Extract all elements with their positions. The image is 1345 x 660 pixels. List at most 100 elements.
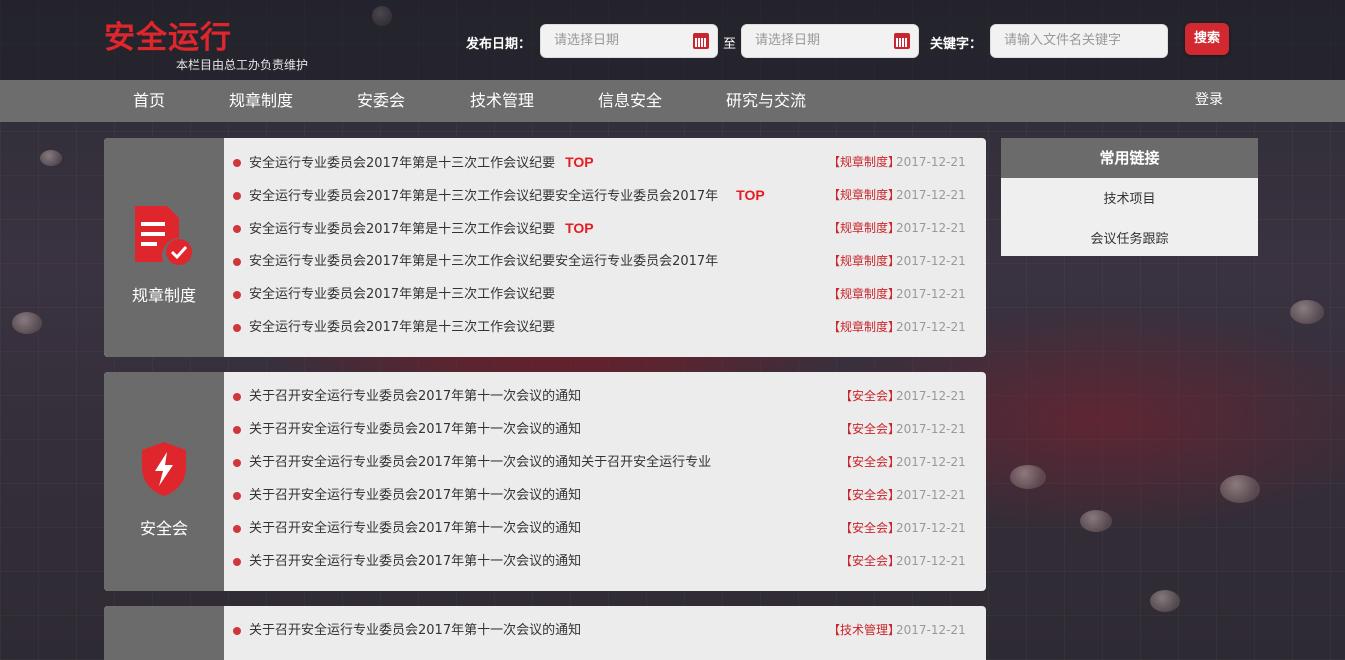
list-item[interactable]: 关于召开安全运行专业委员会2017年第十一次会议的通知 【安全会】 2017-1… <box>224 512 986 545</box>
category-tag[interactable]: 【安全会】 <box>840 446 900 479</box>
bullet-icon <box>233 225 241 233</box>
category-tag[interactable]: 【安全会】 <box>840 479 900 512</box>
logo-subtitle: 本栏目由总工办负责维护 <box>176 58 309 72</box>
article-title[interactable]: 安全运行专业委员会2017年第是十三次工作会议纪要 <box>249 278 555 311</box>
link-tech-projects[interactable]: 技术项目 <box>1001 188 1258 207</box>
article-date: 2017-12-21 <box>896 221 966 235</box>
calendar-icon[interactable] <box>894 33 910 49</box>
login-link[interactable]: 登录 <box>1195 80 1223 120</box>
category-tag[interactable]: 【规章制度】 <box>828 311 900 344</box>
article-title[interactable]: 关于召开安全运行专业委员会2017年第十一次会议的通知 <box>249 479 581 512</box>
publish-date-label: 发布日期： <box>466 37 532 52</box>
section-regulations: 规章制度 安全运行专业委员会2017年第是十三次工作会议纪要 TOP 【规章制度】… <box>104 138 986 357</box>
keyword-label: 关键字： <box>930 37 983 52</box>
category-tag[interactable]: 【技术管理】 <box>828 614 900 647</box>
nav-item-research[interactable]: 研究与交流 <box>726 80 806 122</box>
article-date: 2017-12-21 <box>896 455 966 469</box>
top-badge: TOP <box>736 187 765 203</box>
background-decoration <box>1220 475 1260 503</box>
list-item[interactable]: 关于召开安全运行专业委员会2017年第十一次会议的通知 【安全会】 2017-1… <box>224 413 986 446</box>
section-side[interactable]: 安全会 <box>104 372 224 591</box>
bullet-icon <box>233 426 241 434</box>
section-tech-management: 关于召开安全运行专业委员会2017年第十一次会议的通知 【技术管理】 2017-… <box>104 606 986 660</box>
bullet-icon <box>233 258 241 266</box>
bullet-icon <box>233 393 241 401</box>
section-side[interactable]: 规章制度 <box>104 138 224 357</box>
start-date-placeholder: 请选择日期 <box>554 33 620 48</box>
category-tag[interactable]: 【规章制度】 <box>828 278 900 311</box>
article-title[interactable]: 安全运行专业委员会2017年第是十三次工作会议纪要安全运行专业委员会2017年 <box>249 245 718 278</box>
list-item[interactable]: 安全运行专业委员会2017年第是十三次工作会议纪要安全运行专业委员会2017年 T… <box>224 179 986 212</box>
article-title[interactable]: 关于召开安全运行专业委员会2017年第十一次会议的通知 <box>249 380 581 413</box>
common-links-heading: 常用链接 <box>1001 138 1258 178</box>
list-item[interactable]: 关于召开安全运行专业委员会2017年第十一次会议的通知 【安全会】 2017-1… <box>224 545 986 578</box>
category-tag[interactable]: 【安全会】 <box>840 545 900 578</box>
background-decoration <box>1150 590 1180 612</box>
list-item[interactable]: 关于召开安全运行专业委员会2017年第十一次会议的通知 【技术管理】 2017-… <box>224 614 986 647</box>
category-tag[interactable]: 【规章制度】 <box>828 245 900 278</box>
common-links-panel: 常用链接 技术项目 会议任务跟踪 <box>1001 138 1258 256</box>
link-meeting-task-tracking[interactable]: 会议任务跟踪 <box>1001 228 1258 247</box>
nav-item-regulations[interactable]: 规章制度 <box>229 80 293 122</box>
list-item[interactable]: 关于召开安全运行专业委员会2017年第十一次会议的通知 【安全会】 2017-1… <box>224 380 986 413</box>
category-tag[interactable]: 【安全会】 <box>840 512 900 545</box>
site-header: 安全运行 本栏目由总工办负责维护 发布日期： 请选择日期 至 请选择日期 关键字… <box>0 0 1345 80</box>
end-date-placeholder: 请选择日期 <box>755 33 821 48</box>
category-tag[interactable]: 【安全会】 <box>840 380 900 413</box>
article-title[interactable]: 安全运行专业委员会2017年第是十三次工作会议纪要安全运行专业委员会2017年 T… <box>249 179 765 213</box>
nav-item-tech-management[interactable]: 技术管理 <box>470 80 534 122</box>
nav-item-safety-committee[interactable]: 安委会 <box>357 80 405 122</box>
list-item[interactable]: 安全运行专业委员会2017年第是十三次工作会议纪要 【规章制度】 2017-12… <box>224 278 986 311</box>
bullet-icon <box>233 159 241 167</box>
article-title-text[interactable]: 安全运行专业委员会2017年第是十三次工作会议纪要 <box>249 222 555 237</box>
article-date: 2017-12-21 <box>896 422 966 436</box>
article-title[interactable]: 安全运行专业委员会2017年第是十三次工作会议纪要 <box>249 311 555 344</box>
bullet-icon <box>233 627 241 635</box>
list-item[interactable]: 关于召开安全运行专业委员会2017年第十一次会议的通知关于召开安全运行专业 【安… <box>224 446 986 479</box>
list-item[interactable]: 安全运行专业委员会2017年第是十三次工作会议纪要 TOP 【规章制度】 2017… <box>224 212 986 245</box>
article-date: 2017-12-21 <box>896 554 966 568</box>
category-tag[interactable]: 【规章制度】 <box>828 179 900 212</box>
bullet-icon <box>233 492 241 500</box>
bullet-icon <box>233 324 241 332</box>
article-title[interactable]: 关于召开安全运行专业委员会2017年第十一次会议的通知 <box>249 614 581 647</box>
article-title[interactable]: 关于召开安全运行专业委员会2017年第十一次会议的通知 <box>249 512 581 545</box>
date-range-separator: 至 <box>723 37 737 52</box>
keyword-input[interactable]: 请输入文件名关键字 <box>990 24 1168 58</box>
calendar-icon[interactable] <box>693 33 709 49</box>
category-tag[interactable]: 【安全会】 <box>840 413 900 446</box>
article-date: 2017-12-21 <box>896 320 966 334</box>
list-item[interactable]: 安全运行专业委员会2017年第是十三次工作会议纪要 TOP 【规章制度】 2017… <box>224 146 986 179</box>
article-date: 2017-12-21 <box>896 254 966 268</box>
article-date: 2017-12-21 <box>896 521 966 535</box>
article-title[interactable]: 关于召开安全运行专业委员会2017年第十一次会议的通知关于召开安全运行专业 <box>249 446 711 479</box>
bullet-icon <box>233 192 241 200</box>
top-badge: TOP <box>565 220 594 236</box>
section-label: 安全会 <box>139 519 188 538</box>
article-date: 2017-12-21 <box>896 287 966 301</box>
category-tag[interactable]: 【规章制度】 <box>828 212 900 245</box>
article-title[interactable]: 关于召开安全运行专业委员会2017年第十一次会议的通知 <box>249 545 581 578</box>
search-button[interactable]: 搜索 <box>1185 23 1229 55</box>
article-title-text[interactable]: 安全运行专业委员会2017年第是十三次工作会议纪要 <box>249 156 555 171</box>
article-title-text[interactable]: 安全运行专业委员会2017年第是十三次工作会议纪要安全运行专业委员会2017年 <box>249 189 718 204</box>
logo-title: 安全运行 <box>104 20 232 56</box>
list-item[interactable]: 关于召开安全运行专业委员会2017年第十一次会议的通知 【安全会】 2017-1… <box>224 479 986 512</box>
nav-item-info-security[interactable]: 信息安全 <box>598 80 662 122</box>
background-decoration <box>1290 300 1324 324</box>
list-item[interactable]: 安全运行专业委员会2017年第是十三次工作会议纪要安全运行专业委员会2017年 … <box>224 245 986 278</box>
list-item[interactable]: 安全运行专业委员会2017年第是十三次工作会议纪要 【规章制度】 2017-12… <box>224 311 986 344</box>
article-date: 2017-12-21 <box>896 623 966 637</box>
article-title[interactable]: 关于召开安全运行专业委员会2017年第十一次会议的通知 <box>249 413 581 446</box>
category-tag[interactable]: 【规章制度】 <box>828 146 900 179</box>
start-date-input[interactable]: 请选择日期 <box>540 24 718 58</box>
shield-bolt-icon <box>142 442 186 496</box>
article-title[interactable]: 安全运行专业委员会2017年第是十三次工作会议纪要 TOP <box>249 146 594 180</box>
article-date: 2017-12-21 <box>896 188 966 202</box>
article-title[interactable]: 安全运行专业委员会2017年第是十三次工作会议纪要 TOP <box>249 212 594 246</box>
end-date-input[interactable]: 请选择日期 <box>741 24 919 58</box>
nav-item-home[interactable]: 首页 <box>133 80 165 122</box>
bullet-icon <box>233 558 241 566</box>
section-side[interactable] <box>104 606 224 660</box>
keyword-placeholder: 请输入文件名关键字 <box>1004 33 1122 48</box>
